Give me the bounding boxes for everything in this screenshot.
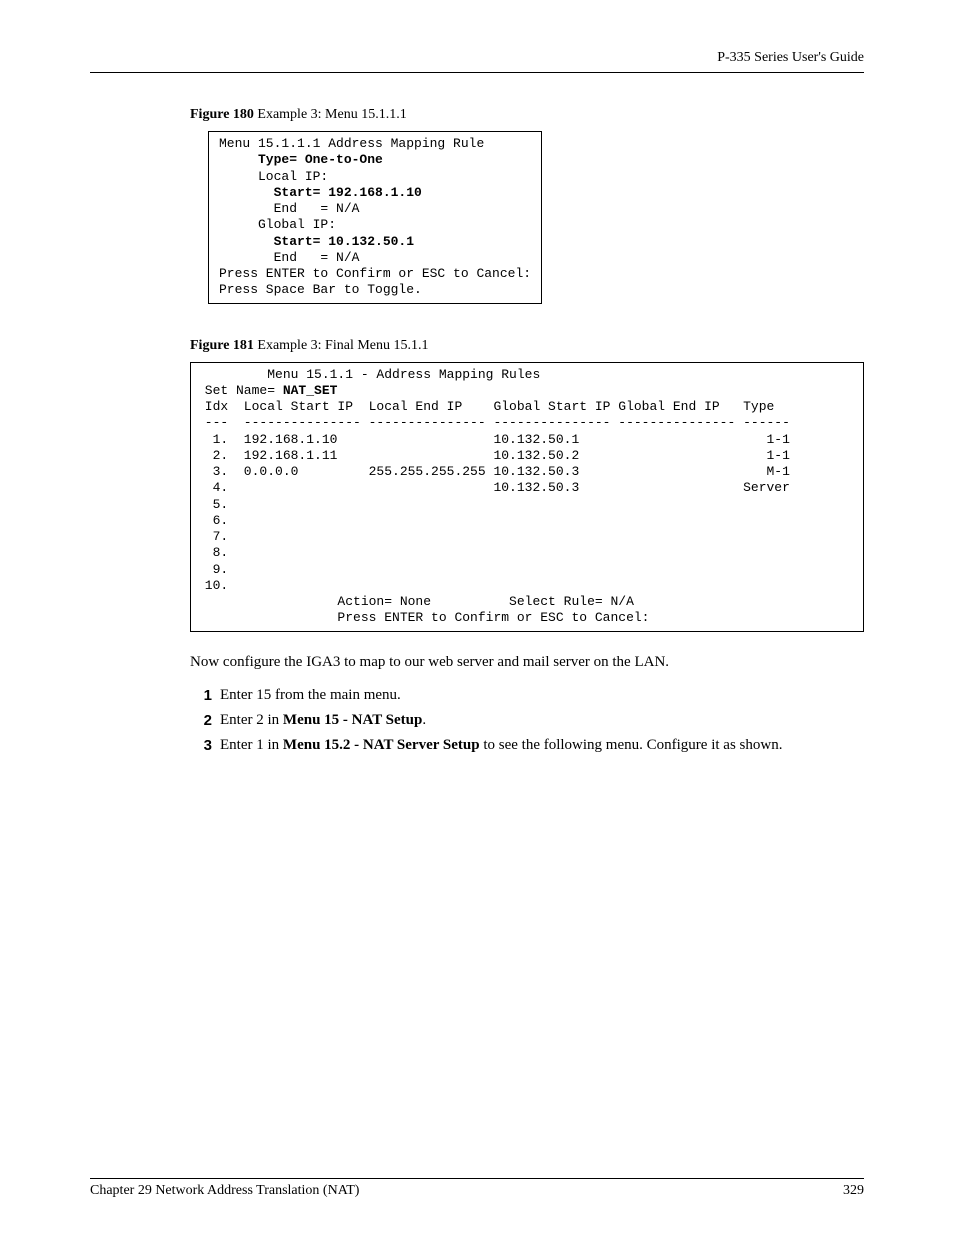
page-number: 329 [843,1183,864,1199]
term-line: Press Space Bar to Toggle. [219,282,422,297]
table-row: 9. [197,562,228,577]
table-row: 8. [197,545,228,560]
table-row: 5. [197,497,228,512]
table-row: 6. [197,513,228,528]
step-number: 3 [190,737,212,754]
step-text: Enter 2 in Menu 15 - NAT Setup. [220,712,864,729]
table-row: 4. 10.132.50.3 Server [197,480,790,495]
table-row: 3. 0.0.0.0 255.255.255.255 10.132.50.3 M… [197,464,790,479]
footer-row: Chapter 29 Network Address Translation (… [90,1183,864,1199]
step-text: Enter 1 in Menu 15.2 - NAT Server Setup … [220,737,864,754]
chapter-title: Chapter 29 Network Address Translation (… [90,1183,359,1199]
term-line: End = N/A [219,250,359,265]
term-line: Press ENTER to Confirm or ESC to Cancel: [197,610,649,625]
term-line: Action= None Select Rule= N/A [197,594,634,609]
table-row: 10. [197,578,228,593]
page-footer: Chapter 29 Network Address Translation (… [90,1178,864,1199]
step-text-part: . [422,712,426,728]
term-line: Type= One-to-One [219,152,383,167]
list-item: 1 Enter 15 from the main menu. [190,687,864,704]
figure-181-title: Example 3: Final Menu 15.1.1 [254,338,429,353]
figure-180-title: Example 3: Menu 15.1.1.1 [254,107,407,122]
term-line: Set Name= [197,383,283,398]
step-text-part: Enter 2 in [220,712,283,728]
body-paragraph: Now configure the IGA3 to map to our web… [190,654,864,671]
step-number: 1 [190,687,212,704]
figure-180-caption: Figure 180 Example 3: Menu 15.1.1.1 [190,107,864,123]
term-line: Start= 192.168.1.10 [219,185,422,200]
list-item: 3 Enter 1 in Menu 15.2 - NAT Server Setu… [190,737,864,754]
menu-ref: Menu 15.2 - NAT Server Setup [283,737,480,753]
header-guide-title: P-335 Series User's Guide [90,50,864,66]
menu-ref: Menu 15 - NAT Setup [283,712,422,728]
step-number: 2 [190,712,212,729]
term-line: Start= 10.132.50.1 [219,234,414,249]
step-text-part: to see the following menu. Configure it … [480,737,783,753]
term-line: Idx Local Start IP Local End IP Global S… [197,399,774,414]
figure-181-terminal: Menu 15.1.1 - Address Mapping Rules Set … [190,362,864,632]
step-text: Enter 15 from the main menu. [220,687,864,704]
term-line: --- --------------- --------------- ----… [197,415,790,430]
term-line: Menu 15.1.1 - Address Mapping Rules [197,367,540,382]
term-line: Local IP: [219,169,328,184]
table-row: 1. 192.168.1.10 10.132.50.1 1-1 [197,432,790,447]
term-line: Press ENTER to Confirm or ESC to Cancel: [219,266,531,281]
table-row: 7. [197,529,228,544]
steps-list: 1 Enter 15 from the main menu. 2 Enter 2… [190,687,864,754]
figure-181-label: Figure 181 [190,338,254,353]
step-text-part: Enter 1 in [220,737,283,753]
term-line: Menu 15.1.1.1 Address Mapping Rule [219,136,484,151]
main-content: Figure 180 Example 3: Menu 15.1.1.1 Menu… [190,107,864,754]
header-rule [90,72,864,73]
page: P-335 Series User's Guide Figure 180 Exa… [0,0,954,1235]
term-line: End = N/A [219,201,359,216]
figure-181-caption: Figure 181 Example 3: Final Menu 15.1.1 [190,338,864,354]
figure-180-terminal: Menu 15.1.1.1 Address Mapping Rule Type=… [208,131,542,304]
list-item: 2 Enter 2 in Menu 15 - NAT Setup. [190,712,864,729]
footer-rule [90,1178,864,1179]
figure-180-label: Figure 180 [190,107,254,122]
set-name-value: NAT_SET [283,383,338,398]
term-line: Global IP: [219,217,336,232]
table-row: 2. 192.168.1.11 10.132.50.2 1-1 [197,448,790,463]
